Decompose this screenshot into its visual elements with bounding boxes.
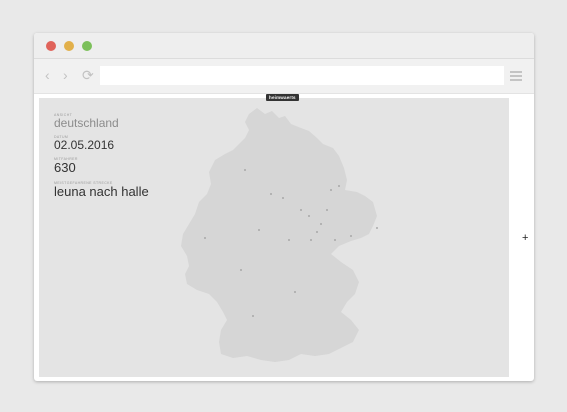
- hamburger-menu-icon[interactable]: [510, 71, 522, 83]
- tooltip: heimwaerts: [266, 94, 299, 101]
- city-dot: [330, 189, 332, 191]
- count-value: 630: [54, 160, 76, 176]
- city-dot: [204, 237, 206, 239]
- address-bar[interactable]: [100, 66, 504, 85]
- close-window-button[interactable]: [46, 41, 56, 51]
- city-dot: [288, 239, 290, 241]
- city-dot: [376, 227, 378, 229]
- map-view[interactable]: Ansicht deutschland Datum 02.05.2016 Mit…: [39, 98, 509, 377]
- city-dot: [300, 209, 302, 211]
- reload-icon[interactable]: ⟳: [82, 67, 94, 83]
- city-dot: [334, 239, 336, 241]
- city-dot: [316, 231, 318, 233]
- germany-shape: [181, 108, 377, 362]
- maximize-window-button[interactable]: [82, 41, 92, 51]
- city-dot: [338, 185, 340, 187]
- city-dot: [258, 229, 260, 231]
- city-dot: [310, 239, 312, 241]
- chevron-left-icon[interactable]: ‹: [45, 67, 50, 83]
- browser-toolbar: ‹ › ⟳: [34, 59, 534, 94]
- city-dot: [252, 315, 254, 317]
- title-bar: [34, 33, 534, 59]
- chevron-right-icon[interactable]: ›: [63, 67, 68, 83]
- city-dot: [308, 215, 310, 217]
- country-value: deutschland: [54, 116, 119, 130]
- zoom-in-button[interactable]: +: [522, 233, 528, 244]
- city-dot: [320, 223, 322, 225]
- city-dot: [350, 235, 352, 237]
- city-dot: [240, 269, 242, 271]
- info-panel: Ansicht deutschland Datum 02.05.2016 Mit…: [54, 113, 149, 204]
- city-dot: [270, 193, 272, 195]
- city-dot: [244, 169, 246, 171]
- city-dot: [326, 209, 328, 211]
- date-value: 02.05.2016: [54, 138, 115, 153]
- browser-window: ‹ › ⟳ ANSICHT deutschland DATUM 02.05.20…: [34, 33, 534, 381]
- route-value: leuna nach halle: [54, 183, 149, 199]
- city-dot: [294, 291, 296, 293]
- minimize-window-button[interactable]: [64, 41, 74, 51]
- city-dot: [282, 197, 284, 199]
